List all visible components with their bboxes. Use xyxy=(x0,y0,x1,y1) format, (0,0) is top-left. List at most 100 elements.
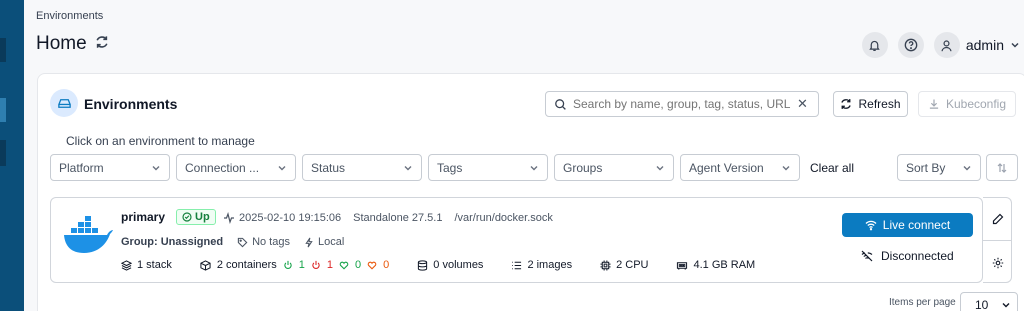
filter-label: Status xyxy=(311,160,346,175)
docker-logo-icon xyxy=(64,216,113,253)
filter-label: Tags xyxy=(437,160,463,175)
heartbeat-icon xyxy=(224,212,234,224)
wifi-off-icon xyxy=(861,250,873,262)
filter-connection[interactable]: Connection ... xyxy=(176,154,296,181)
search-input[interactable] xyxy=(573,97,791,111)
wifi-icon xyxy=(865,220,877,231)
box-icon xyxy=(200,259,211,271)
items-per-page-select[interactable]: 10 xyxy=(960,292,1018,311)
refresh-page-icon[interactable] xyxy=(95,35,109,53)
chevron-down-icon xyxy=(1002,303,1010,308)
page-title: Home xyxy=(36,33,87,54)
filter-label: Platform xyxy=(59,160,104,175)
pencil-icon xyxy=(992,213,1003,225)
containers-stat: 2 containers 1 1 0 0 xyxy=(200,259,389,271)
items-per-page-value: 10 xyxy=(975,298,989,311)
environment-stats: 1 stack 2 containers 1 1 0 0 0 volumes 2… xyxy=(121,259,755,271)
refresh-label: Refresh xyxy=(858,97,901,111)
lightning-icon xyxy=(305,237,313,247)
clear-all-button[interactable]: Clear all xyxy=(810,161,854,175)
images-count: 2 images xyxy=(527,259,573,271)
filter-platform[interactable]: Platform xyxy=(50,154,170,181)
breadcrumb[interactable]: Environments xyxy=(36,10,103,22)
cpu-icon xyxy=(600,259,611,271)
tags-label: No tags xyxy=(252,236,290,248)
live-connect-label: Live connect xyxy=(882,218,951,232)
stacks-stat: 1 stack xyxy=(121,259,172,271)
notifications-bell-icon[interactable] xyxy=(861,32,888,58)
power-on-icon xyxy=(284,260,292,269)
sort-arrows-icon xyxy=(997,162,1007,173)
sort-direction-button[interactable] xyxy=(986,154,1018,181)
chevron-down-icon xyxy=(656,165,664,170)
status-label: Up xyxy=(195,211,210,223)
environment-url: /var/run/docker.sock xyxy=(454,212,553,224)
unhealthy-count: 0 xyxy=(383,259,390,271)
clear-search-icon[interactable]: ✕ xyxy=(797,96,808,112)
sidebar-item[interactable] xyxy=(0,140,6,166)
containers-count: 2 containers xyxy=(216,259,277,271)
environment-name[interactable]: primary xyxy=(121,210,165,224)
chevron-down-icon xyxy=(404,165,412,170)
sidebar xyxy=(0,0,24,311)
volumes-stat: 0 volumes xyxy=(417,259,483,271)
tags: No tags xyxy=(237,236,290,248)
last-check-timestamp: 2025-02-10 19:15:06 xyxy=(239,212,342,224)
group-label: Group: Unassigned xyxy=(121,236,224,248)
sort-label: Sort By xyxy=(906,160,946,175)
search-box: ✕ xyxy=(545,91,819,117)
environment-meta: 2025-02-10 19:15:06 Standalone 27.5.1 /v… xyxy=(223,212,553,224)
check-circle-icon xyxy=(182,212,192,222)
connection-status: Disconnected xyxy=(861,249,954,263)
user-menu[interactable]: admin xyxy=(933,32,1020,58)
environments-panel: Environments ✕ Refresh Kubeconfig Click … xyxy=(37,73,1024,311)
filter-status[interactable]: Status xyxy=(302,154,422,181)
chevron-down-icon xyxy=(782,165,790,170)
download-icon xyxy=(929,99,939,109)
heart-icon xyxy=(339,261,349,270)
kubeconfig-button[interactable]: Kubeconfig xyxy=(918,91,1016,117)
chevron-down-icon xyxy=(1011,42,1019,48)
chevron-down-icon xyxy=(152,165,160,170)
stopped-count: 1 xyxy=(326,259,334,271)
chevron-down-icon xyxy=(530,165,538,170)
header-actions: admin xyxy=(861,32,1020,58)
disconnected-label: Disconnected xyxy=(881,249,954,263)
search-icon xyxy=(555,98,566,110)
environment-card[interactable]: primary Up 2025-02-10 19:15:06 Standalon… xyxy=(50,197,983,283)
help-icon[interactable] xyxy=(897,32,924,58)
power-off-icon xyxy=(312,260,320,269)
edit-environment-button[interactable] xyxy=(983,198,1012,241)
filter-tags[interactable]: Tags xyxy=(428,154,548,181)
manage-hint: Click on an environment to manage xyxy=(66,134,255,148)
environment-meta-2: Group: Unassigned No tags Local xyxy=(121,236,344,248)
filter-agent-version[interactable]: Agent Version xyxy=(680,154,800,181)
chevron-down-icon xyxy=(963,165,971,170)
sidebar-item-active[interactable] xyxy=(0,98,6,122)
gear-icon xyxy=(992,257,1003,268)
tag-icon xyxy=(237,237,248,247)
filter-label: Groups xyxy=(563,160,603,175)
sort-by-select[interactable]: Sort By xyxy=(897,154,981,181)
refresh-button[interactable]: Refresh xyxy=(833,91,908,117)
user-avatar-icon xyxy=(933,32,960,58)
database-icon xyxy=(418,259,428,271)
panel-title: Environments xyxy=(84,96,178,112)
filter-label: Agent Version xyxy=(689,160,764,175)
location: Local xyxy=(304,236,344,248)
environment-type: Standalone 27.5.1 xyxy=(353,212,443,224)
filter-groups[interactable]: Groups xyxy=(554,154,674,181)
username: admin xyxy=(965,37,1004,53)
list-icon xyxy=(512,261,522,269)
refresh-icon xyxy=(841,99,852,109)
sidebar-item[interactable] xyxy=(0,38,6,62)
kubeconfig-label: Kubeconfig xyxy=(945,97,1007,111)
environment-settings-button[interactable] xyxy=(983,241,1012,284)
volumes-count: 0 volumes xyxy=(433,259,484,271)
page-title-row: Home xyxy=(36,33,109,55)
chevron-down-icon xyxy=(278,165,286,170)
live-connect-button[interactable]: Live connect xyxy=(842,213,973,237)
stacks-count: 1 stack xyxy=(137,259,172,271)
cpu-stat: 2 CPU xyxy=(600,259,648,271)
ram-stat: 4.1 GB RAM xyxy=(676,259,755,271)
